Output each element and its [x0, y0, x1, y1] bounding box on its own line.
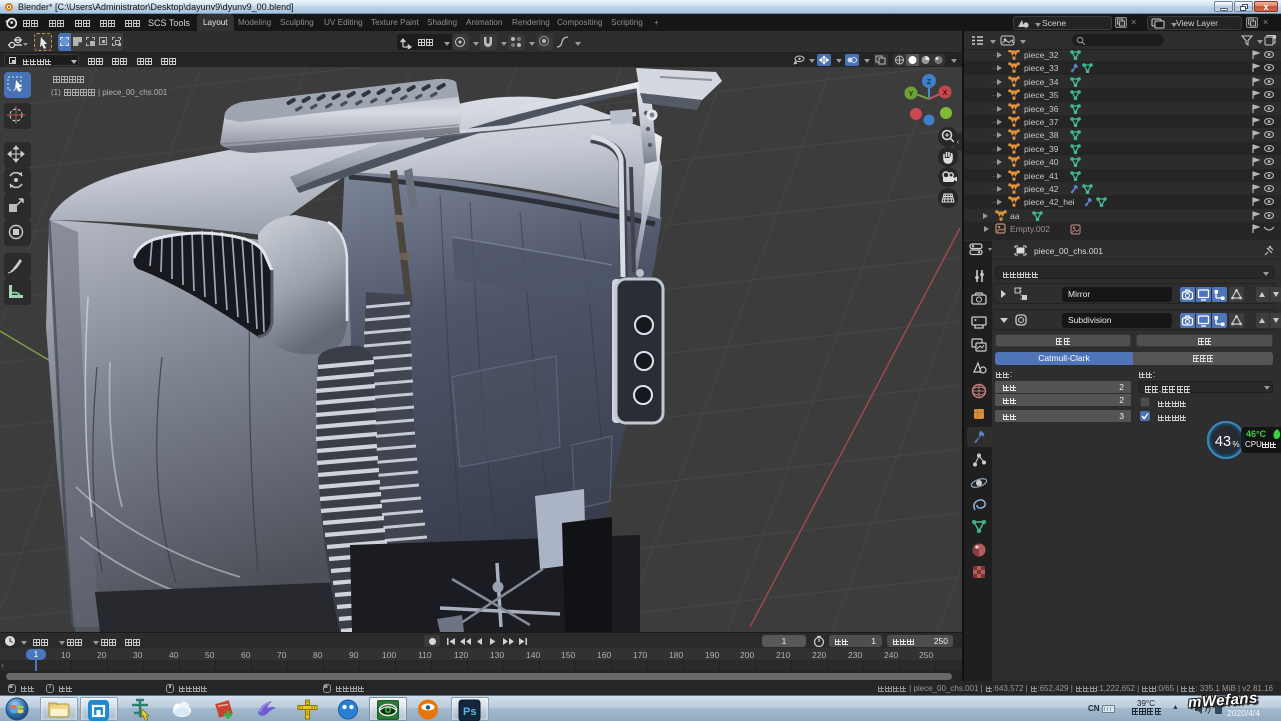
svg-text:Ps: Ps — [463, 706, 476, 718]
svg-text:X: X — [943, 90, 948, 97]
svg-text:Y: Y — [909, 91, 914, 98]
svg-text:%: % — [1232, 440, 1239, 449]
svg-text:Z: Z — [927, 79, 932, 86]
svg-text:43: 43 — [1215, 434, 1231, 450]
